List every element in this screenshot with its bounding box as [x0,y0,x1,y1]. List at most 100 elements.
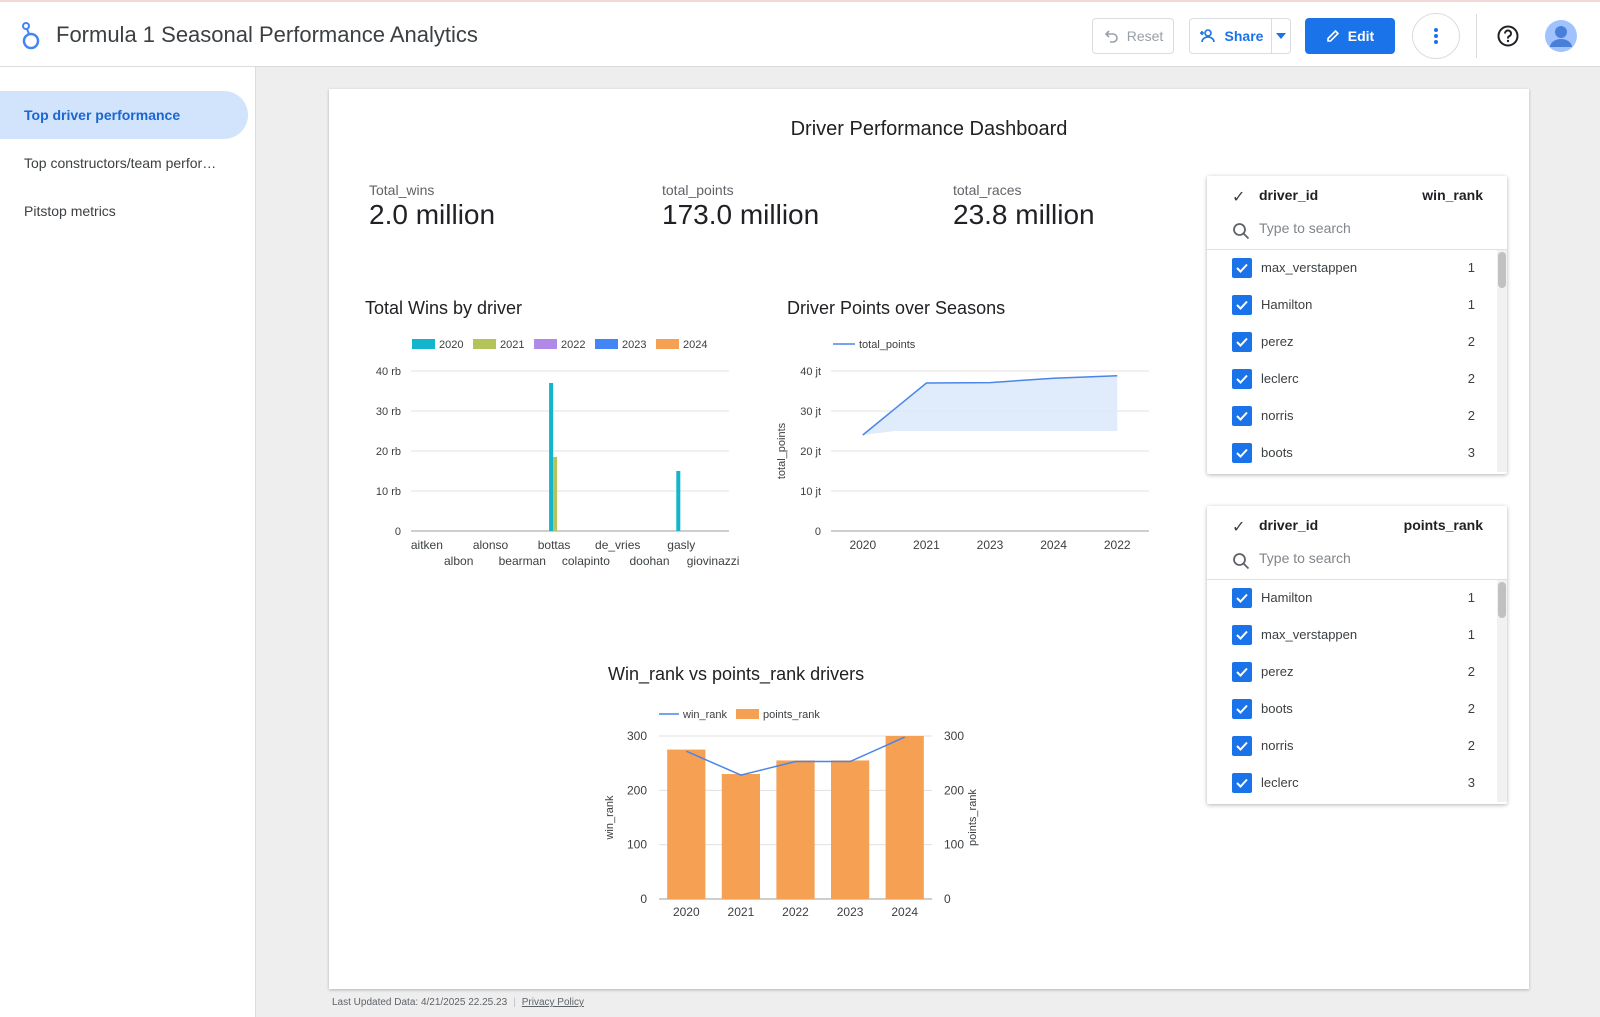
checkbox-checked-icon[interactable] [1232,625,1252,645]
checkbox-checked-icon[interactable] [1232,736,1252,756]
area-fill [862,375,1118,435]
checkbox-checked-icon[interactable] [1232,406,1252,426]
bar [721,774,761,899]
filter-option-row[interactable]: norris 2 [1207,398,1507,435]
y-tick-label: 20 rb [376,446,401,458]
nav-item-pitstop-metrics[interactable]: Pitstop metrics [0,187,248,235]
legend-swatch [473,339,496,349]
filter-option-row[interactable]: max_verstappen 1 [1207,250,1507,287]
filter-column-metric[interactable]: points_rank [1404,517,1483,533]
checkbox-checked-icon[interactable] [1232,295,1252,315]
win-vs-points-combo-chart[interactable]: win_rank points_rank 0 0 100 100 200 200 300 300 w… [599,699,1019,949]
header-divider [1476,14,1477,58]
top-bar: Formula 1 Seasonal Performance Analytics… [0,0,1600,67]
x-tick-label: colapinto [562,554,610,568]
nav-item-label: Pitstop metrics [24,203,116,219]
filter-column-metric[interactable]: win_rank [1422,187,1483,203]
help-icon[interactable] [1497,25,1519,47]
filter-option-row[interactable]: Hamilton 1 [1207,580,1507,617]
search-icon [1233,553,1250,570]
legend-swatch [595,339,618,349]
driver-points-area-chart[interactable]: total_points 0 10 jt 20 jt 30 jt 40 jt total_p… [769,334,1169,584]
x-tick-label: 2024 [891,905,918,919]
chart-title-driver-points: Driver Points over Seasons [787,298,1006,318]
filter-option-row[interactable]: boots 3 [1207,435,1507,472]
x-tick-label: 2023 [837,905,864,919]
legend-swatch [534,339,557,349]
y2-tick-label: 0 [944,892,951,906]
scorecard-value: 23.8 million [953,199,1095,230]
reset-button[interactable]: Reset [1092,18,1174,54]
bar [885,736,924,899]
nav-item-top-driver-performance[interactable]: Top driver performance [0,91,248,139]
x-tick-label: 2022 [782,905,809,919]
filter-option-rank: 1 [1467,590,1475,605]
filter-option-row[interactable]: boots 2 [1207,691,1507,728]
legend-swatch [656,339,679,349]
filter-column-dimension: driver_id [1259,517,1319,533]
y-tick-label: 30 jt [800,406,821,418]
x-tick-label: 2023 [977,538,1004,552]
filter-option-rank: 1 [1467,627,1475,642]
filter-option-rank: 3 [1467,775,1475,790]
scorecard-total-wins[interactable]: Total_wins 2.0 million [369,182,495,231]
y-tick-label: 30 rb [376,406,401,418]
y-tick-label: 300 [627,729,647,743]
share-button[interactable]: Share [1189,18,1272,54]
filter-option-label: boots [1261,445,1293,460]
y-tick-label: 40 jt [800,366,821,378]
filter-option-row[interactable]: norris 2 [1207,728,1507,765]
filter-option-label: leclerc [1261,775,1299,790]
filter-option-label: leclerc [1261,371,1299,386]
filter-option-row[interactable]: leclerc 2 [1207,361,1507,398]
checkbox-checked-icon[interactable] [1232,443,1252,463]
share-dropdown-button[interactable] [1271,18,1291,54]
filter-option-row[interactable]: perez 2 [1207,654,1507,691]
scorecard-label: total_races [953,182,1022,198]
user-avatar-icon[interactable] [1545,20,1577,52]
x-tick-label: de_vries [595,538,640,552]
select-all-check-icon[interactable]: ✓ [1232,517,1245,537]
filter-search-input[interactable] [1259,550,1459,566]
legend-label: 2024 [683,339,707,351]
total-wins-bar-chart[interactable]: 2020 2021 2022 2023 2024 0 10 rb 20 rb 30 rb 40 r… [349,334,749,584]
filter-option-row[interactable]: perez 2 [1207,324,1507,361]
more-options-button[interactable] [1412,13,1460,59]
filter-search [1207,544,1507,580]
filter-option-rank: 2 [1467,664,1475,679]
scorecard-total-points[interactable]: total_points 173.0 million [662,182,819,231]
filter-option-label: Hamilton [1261,590,1313,605]
legend-label: 2020 [439,339,463,351]
filter-control-points-rank: ✓ driver_id points_rank Hamilton1max_ver… [1207,506,1507,804]
checkbox-checked-icon[interactable] [1232,773,1252,793]
dashboard-title: Driver Performance Dashboard [790,118,1068,140]
scorecard-total-races[interactable]: total_races 23.8 million [953,182,1095,231]
checkbox-checked-icon[interactable] [1232,258,1252,278]
y-tick-label: 40 rb [376,366,401,378]
x-tick-label: 2021 [728,905,755,919]
privacy-policy-link[interactable]: Privacy Policy [522,997,584,1008]
filter-option-rank: 2 [1467,701,1475,716]
checkbox-checked-icon[interactable] [1232,588,1252,608]
filter-search-input[interactable] [1259,220,1459,236]
checkbox-checked-icon[interactable] [1232,699,1252,719]
y-tick-label: 10 rb [376,486,401,498]
x-tick-label: 2021 [913,538,940,552]
filter-option-label: max_verstappen [1261,627,1358,642]
scorecard-value: 173.0 million [662,199,820,230]
checkbox-checked-icon[interactable] [1232,332,1252,352]
select-all-check-icon[interactable]: ✓ [1232,187,1245,207]
y2-tick-label: 200 [944,783,964,797]
filter-column-dimension: driver_id [1259,187,1319,203]
filter-option-row[interactable]: Hamilton 1 [1207,287,1507,324]
bar [549,383,554,531]
checkbox-checked-icon[interactable] [1232,662,1252,682]
y-axis-label: win_rank [604,795,616,841]
nav-item-top-constructors[interactable]: Top constructors/team performance [0,139,248,187]
checkbox-checked-icon[interactable] [1232,369,1252,389]
edit-button[interactable]: Edit [1305,18,1395,54]
filter-option-row[interactable]: leclerc 3 [1207,765,1507,802]
filter-option-row[interactable]: max_verstappen 1 [1207,617,1507,654]
filter-option-rank: 1 [1467,260,1475,275]
y-axis-label: total_points [776,422,788,479]
